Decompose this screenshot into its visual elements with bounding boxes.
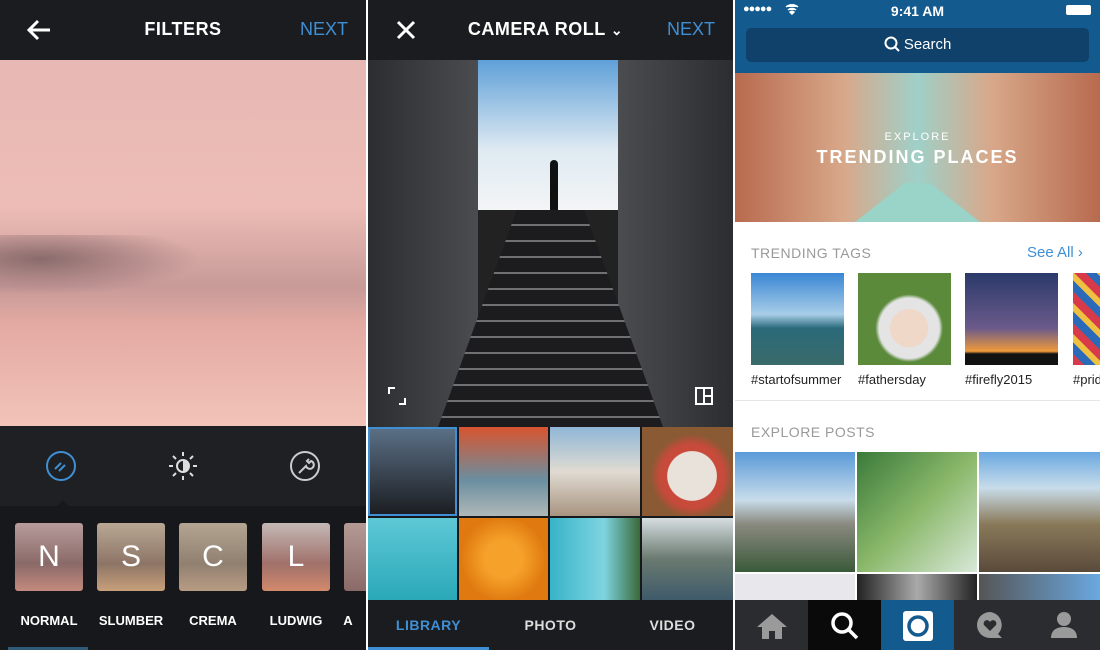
explore-post[interactable] <box>735 452 855 572</box>
search-icon <box>884 36 900 52</box>
search-icon <box>831 612 859 640</box>
filter-thumb-slumber[interactable]: S <box>97 523 165 591</box>
explore-post[interactable] <box>857 574 977 600</box>
status-time: 9:41 AM <box>890 3 945 19</box>
filter-label-slumber[interactable]: SLUMBER <box>86 613 176 628</box>
tag-label[interactable]: #firefly2015 <box>965 372 1032 387</box>
explore-posts-heading: EXPLORE POSTS <box>751 424 875 440</box>
filter-thumb-normal[interactable]: N <box>15 523 83 591</box>
nav-home[interactable] <box>735 600 808 650</box>
filter-label-normal[interactable]: NORMAL <box>4 613 94 628</box>
grid-photo[interactable] <box>368 518 457 600</box>
nav-search[interactable] <box>808 600 881 650</box>
trending-places-banner[interactable]: EXPLORE TRENDING PLACES <box>735 73 1100 222</box>
expand-icon[interactable] <box>386 385 408 407</box>
album-title: CAMERA ROLL <box>467 19 606 39</box>
profile-icon <box>1051 612 1077 638</box>
filter-label-crema[interactable]: CREMA <box>168 613 258 628</box>
nav-camera[interactable] <box>881 600 954 650</box>
activity-icon <box>977 612 1002 638</box>
tab-library[interactable]: LIBRARY <box>368 617 489 633</box>
wrench-icon[interactable] <box>289 450 321 482</box>
top-bar: ●●●●● 9:41 AM Search <box>735 0 1100 73</box>
tag-thumb[interactable] <box>1073 273 1100 365</box>
home-icon <box>757 614 787 639</box>
camera-icon <box>903 611 933 641</box>
header: CAMERA ROLL ⌄ NEXT <box>368 0 733 60</box>
grid-photo[interactable] <box>550 518 640 600</box>
photo-grid <box>368 427 733 600</box>
chevron-down-icon: ⌄ <box>610 22 624 38</box>
filter-icon[interactable] <box>45 450 77 482</box>
explore-post[interactable] <box>857 452 977 572</box>
banner-kicker: EXPLORE <box>884 131 951 143</box>
tab-bar: LIBRARY PHOTO VIDEO <box>368 600 733 650</box>
nav-activity[interactable] <box>954 600 1027 650</box>
layout-icon[interactable] <box>693 385 715 407</box>
explore-post[interactable] <box>979 452 1100 572</box>
tab-video[interactable]: VIDEO <box>612 617 733 633</box>
search-bar[interactable]: Search <box>746 28 1089 62</box>
header: FILTERS NEXT <box>0 0 366 60</box>
tag-label[interactable]: #pride <box>1073 372 1100 387</box>
tag-thumb[interactable] <box>858 273 951 365</box>
grid-photo[interactable] <box>459 518 548 600</box>
grid-photo[interactable] <box>459 427 548 516</box>
explore-post[interactable] <box>979 574 1100 600</box>
grid-photo[interactable] <box>642 518 733 600</box>
next-button[interactable]: NEXT <box>667 19 715 40</box>
filter-label-partial[interactable]: A <box>318 613 366 628</box>
selection-caret <box>56 500 70 507</box>
tag-label[interactable]: #fathersday <box>858 372 926 387</box>
explore-post[interactable] <box>735 574 855 600</box>
tab-photo[interactable]: PHOTO <box>490 617 611 633</box>
tag-thumb[interactable] <box>965 273 1058 365</box>
explore-screen: ●●●●● 9:41 AM Search EXPLORE TRENDING PL… <box>735 0 1100 650</box>
search-placeholder: Search <box>903 36 952 53</box>
filter-thumb-partial[interactable] <box>344 523 366 591</box>
banner-title: TRENDING PLACES <box>816 147 1019 167</box>
grid-photo[interactable] <box>642 427 733 516</box>
filter-thumb-ludwig[interactable]: L <box>262 523 330 591</box>
grid-photo[interactable] <box>550 427 640 516</box>
photo-preview <box>368 60 733 427</box>
filters-screen: FILTERS NEXT N S C L NORMAL SLUMBER CREM… <box>0 0 366 650</box>
tool-bar <box>0 426 366 506</box>
nav-profile[interactable] <box>1027 600 1100 650</box>
chevron-right-icon: › <box>1077 244 1083 261</box>
tag-thumb[interactable] <box>751 273 844 365</box>
grid-photo[interactable] <box>368 427 457 516</box>
see-all-label: See All <box>1027 244 1074 261</box>
tag-label[interactable]: #startofsummer <box>751 372 841 387</box>
divider <box>735 400 1100 401</box>
next-button[interactable]: NEXT <box>300 19 348 40</box>
see-all-link[interactable]: See All › <box>1027 244 1083 261</box>
trending-tags-heading: TRENDING TAGS <box>751 245 872 261</box>
photo-preview <box>0 60 366 426</box>
brightness-icon[interactable] <box>167 450 199 482</box>
camera-roll-screen: CAMERA ROLL ⌄ NEXT LIBRARY PHOTO VIDEO <box>368 0 733 650</box>
filter-thumb-crema[interactable]: C <box>179 523 247 591</box>
battery-icon <box>1066 5 1091 15</box>
